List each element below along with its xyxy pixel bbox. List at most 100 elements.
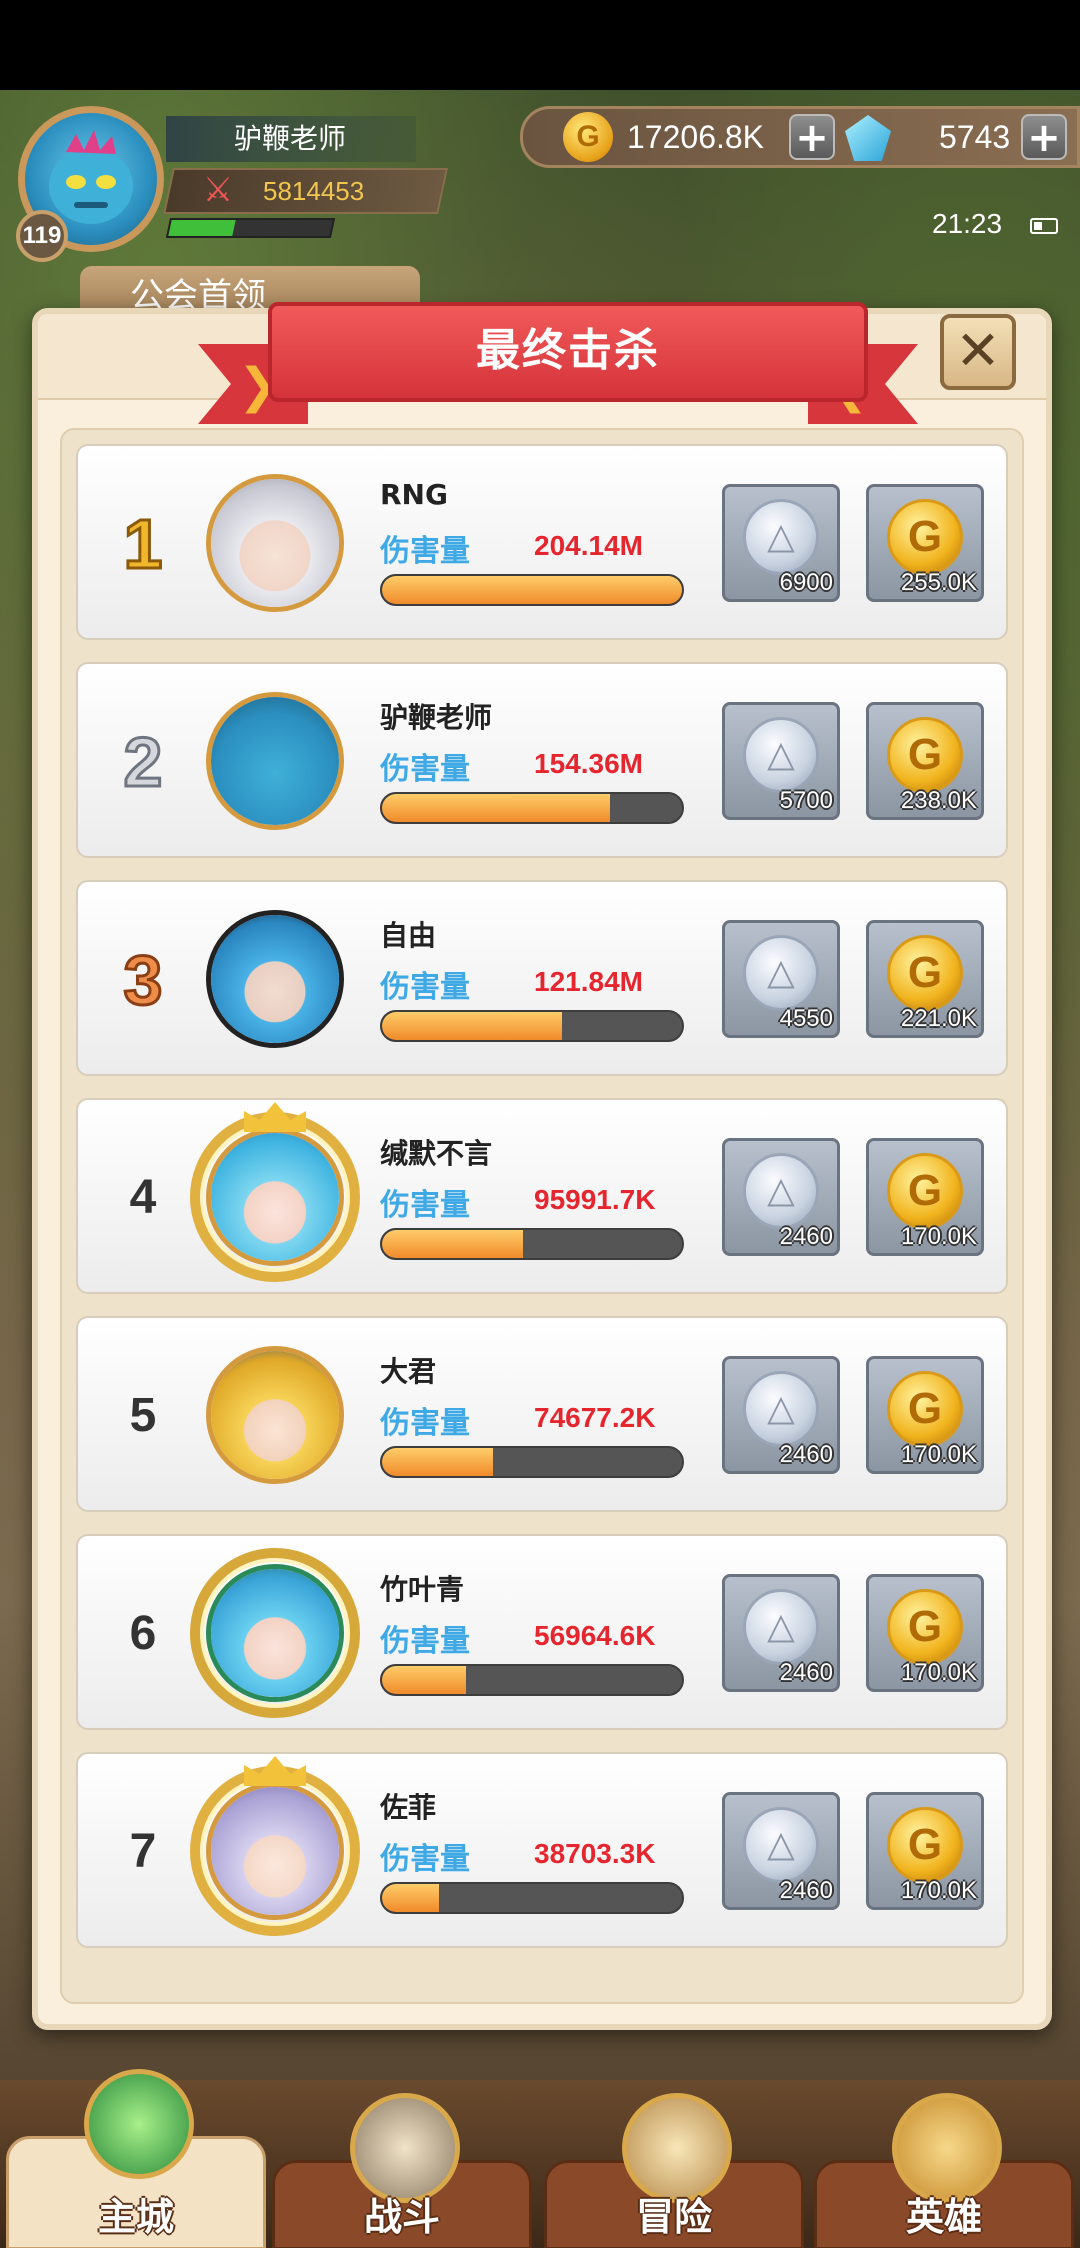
silver-coin-icon: △ bbox=[743, 1153, 819, 1229]
gold-reward[interactable]: G 170.0K bbox=[866, 1574, 984, 1692]
damage-value: 204.14M bbox=[534, 530, 643, 561]
gem-amount: 5743 bbox=[939, 119, 1011, 155]
rank-number: 3 bbox=[122, 940, 164, 1021]
gold-reward[interactable]: G 238.0K bbox=[866, 702, 984, 820]
gold-coin-icon: G bbox=[563, 112, 613, 162]
gold-amount: 17206.8K bbox=[627, 119, 765, 155]
lilac-hair-hero-icon bbox=[211, 1787, 339, 1915]
blue-hair-hero-icon bbox=[211, 915, 339, 1043]
silver-coin-icon: △ bbox=[743, 1589, 819, 1665]
player-panel[interactable]: 119 驴鞭老师 ⚔ 5814453 bbox=[16, 106, 458, 262]
silver-reward[interactable]: △ 5700 bbox=[722, 702, 840, 820]
blonde-hero-icon bbox=[211, 1351, 339, 1479]
player-name: 驴鞭老师 bbox=[380, 701, 493, 734]
silver-reward[interactable]: △ 2460 bbox=[722, 1574, 840, 1692]
ranking-row: 2 驴鞭老师 伤害量 154.36M △ 5700 G 238.0K bbox=[76, 662, 1008, 858]
player-avatar[interactable] bbox=[206, 1782, 344, 1920]
gold-coin-icon: G bbox=[887, 1807, 963, 1883]
silver-reward[interactable]: △ 4550 bbox=[722, 920, 840, 1038]
damage-value: 95991.7K bbox=[534, 1184, 656, 1215]
final-kill-dialog: ❯ ❮ 最终击杀 ✕ 1 RNG 伤害量 204.14M △ 6900 G 25… bbox=[32, 302, 1052, 2030]
rank-number: 4 bbox=[129, 1171, 157, 1224]
city-icon bbox=[84, 2069, 194, 2179]
crossed-swords-icon: ⚔ bbox=[202, 170, 234, 210]
reward-amount: 4550 bbox=[779, 1005, 833, 1032]
reward-amount: 221.0K bbox=[900, 1005, 977, 1032]
damage-label: 伤害量 bbox=[380, 752, 470, 787]
player-avatar[interactable] bbox=[206, 1128, 344, 1266]
nav-label: 冒险 bbox=[635, 2195, 712, 2239]
gold-reward[interactable]: G 221.0K bbox=[866, 920, 984, 1038]
silver-reward[interactable]: △ 2460 bbox=[722, 1138, 840, 1256]
nav-tab-battle[interactable]: 战斗 bbox=[272, 2093, 532, 2248]
player-level-badge: 119 bbox=[16, 210, 68, 262]
damage-bar bbox=[380, 574, 684, 606]
rank-number: 2 bbox=[122, 722, 164, 803]
gold-coin-icon: G bbox=[887, 1153, 963, 1229]
resource-bar: G 17206.8K + 5743 + bbox=[520, 106, 1080, 168]
silver-coin-icon: △ bbox=[743, 1807, 819, 1883]
player-name: 大君 bbox=[380, 1355, 437, 1388]
damage-bar bbox=[380, 1882, 684, 1914]
damage-bar bbox=[380, 1010, 684, 1042]
reward-amount: 170.0K bbox=[900, 1223, 977, 1250]
reward-amount: 170.0K bbox=[900, 1441, 977, 1468]
player-avatar[interactable] bbox=[206, 692, 344, 830]
reward-amount: 170.0K bbox=[900, 1659, 977, 1686]
crown-icon bbox=[244, 1756, 306, 1786]
silver-coin-icon: △ bbox=[743, 1371, 819, 1447]
reward-amount: 238.0K bbox=[900, 787, 977, 814]
silver-coin-icon: △ bbox=[743, 935, 819, 1011]
monster-avatar-icon bbox=[211, 697, 339, 825]
gold-coin-icon: G bbox=[887, 935, 963, 1011]
damage-label: 伤害量 bbox=[380, 534, 470, 569]
damage-bar bbox=[380, 1664, 684, 1696]
nav-tab-heroes[interactable]: 英雄 bbox=[814, 2093, 1074, 2248]
silver-reward[interactable]: △ 2460 bbox=[722, 1356, 840, 1474]
add-gold-button[interactable]: + bbox=[789, 114, 835, 160]
player-avatar[interactable] bbox=[206, 1564, 344, 1702]
gold-reward[interactable]: G 170.0K bbox=[866, 1356, 984, 1474]
nav-label: 英雄 bbox=[905, 2195, 982, 2239]
silver-reward[interactable]: △ 6900 bbox=[722, 484, 840, 602]
gold-coin-icon: G bbox=[887, 1589, 963, 1665]
damage-value: 56964.6K bbox=[534, 1620, 656, 1651]
damage-label: 伤害量 bbox=[380, 1406, 470, 1441]
reward-amount: 2460 bbox=[779, 1877, 833, 1904]
clock: 21:23 bbox=[932, 208, 1003, 239]
close-button[interactable]: ✕ bbox=[940, 314, 1016, 390]
status-bar bbox=[0, 0, 1080, 90]
damage-value: 121.84M bbox=[534, 966, 643, 997]
player-name: 自由 bbox=[380, 919, 437, 952]
dialog-title: 最终击杀 bbox=[268, 302, 868, 402]
player-name: 竹叶青 bbox=[380, 1573, 465, 1606]
nav-tab-main-city[interactable]: 主城 bbox=[6, 2069, 266, 2248]
damage-label: 伤害量 bbox=[380, 1188, 470, 1223]
ranking-list[interactable]: 1 RNG 伤害量 204.14M △ 6900 G 255.0K 2 驴鞭老师 bbox=[60, 428, 1024, 2004]
gold-coin-icon: G bbox=[887, 499, 963, 575]
silver-coin-icon: △ bbox=[743, 499, 819, 575]
damage-bar bbox=[380, 1228, 684, 1260]
player-avatar[interactable] bbox=[206, 474, 344, 612]
gold-reward[interactable]: G 255.0K bbox=[866, 484, 984, 602]
gem-icon bbox=[845, 115, 891, 161]
reward-amount: 2460 bbox=[779, 1659, 833, 1686]
gold-reward[interactable]: G 170.0K bbox=[866, 1138, 984, 1256]
add-gems-button[interactable]: + bbox=[1021, 114, 1067, 160]
nav-tab-adventure[interactable]: 冒险 bbox=[544, 2093, 804, 2248]
bottom-navigation: 主城 战斗 冒险 英雄 bbox=[0, 2069, 1080, 2248]
exp-bar bbox=[165, 218, 336, 238]
crown-icon bbox=[244, 1102, 306, 1132]
player-avatar[interactable] bbox=[206, 1346, 344, 1484]
player-name: 佐菲 bbox=[380, 1791, 437, 1824]
ranking-row: 7 佐菲 伤害量 38703.3K △ 2460 G 170.0K bbox=[76, 1752, 1008, 1948]
player-name: 缄默不言 bbox=[380, 1137, 493, 1170]
gold-coin-icon: G bbox=[887, 717, 963, 793]
damage-label: 伤害量 bbox=[380, 1842, 470, 1877]
silver-reward[interactable]: △ 2460 bbox=[722, 1792, 840, 1910]
silver-coin-icon: △ bbox=[743, 717, 819, 793]
player-avatar[interactable] bbox=[206, 910, 344, 1048]
gold-reward[interactable]: G 170.0K bbox=[866, 1792, 984, 1910]
ranking-row: 1 RNG 伤害量 204.14M △ 6900 G 255.0K bbox=[76, 444, 1008, 640]
battery-icon bbox=[1030, 218, 1058, 234]
